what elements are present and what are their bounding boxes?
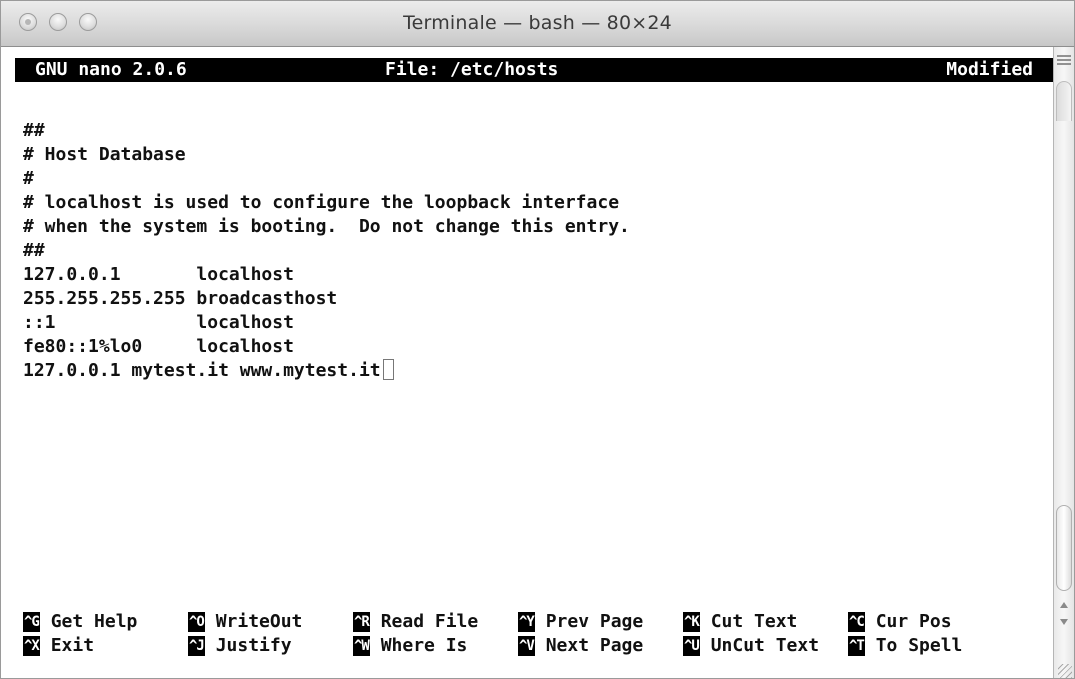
shortcut-key: ^U	[683, 636, 700, 656]
shortcut-cur-pos[interactable]: ^C Cur Pos	[848, 610, 952, 634]
shortcut-key: ^J	[188, 636, 205, 656]
file-line: fe80::1%lo0 localhost	[23, 336, 294, 357]
scroll-thumb[interactable]	[1056, 505, 1072, 591]
nano-filename: File: /etc/hosts	[385, 59, 559, 80]
file-line: #	[23, 168, 34, 189]
shortcut-next-page[interactable]: ^V Next Page	[518, 634, 643, 658]
nano-version: GNU nano 2.0.6	[35, 59, 187, 80]
nano-header: GNU nano 2.0.6 File: /etc/hosts Modified	[15, 58, 1053, 82]
shortcut-key: ^T	[848, 636, 865, 656]
file-line: # Host Database	[23, 144, 186, 165]
shortcut-label: Cut Text	[710, 611, 798, 632]
file-line: # when the system is booting. Do not cha…	[23, 216, 630, 237]
shortcut-key: ^Y	[518, 612, 535, 632]
file-line-current[interactable]: 127.0.0.1 mytest.it www.mytest.it	[23, 359, 394, 383]
shortcut-where-is[interactable]: ^W Where Is	[353, 634, 467, 658]
file-line: ##	[23, 120, 45, 141]
shortcut-key: ^V	[518, 636, 535, 656]
shortcut-key: ^C	[848, 612, 865, 632]
nano-status: Modified	[946, 59, 1033, 80]
scroll-track-top	[1056, 81, 1072, 121]
shortcut-label: Next Page	[545, 635, 644, 656]
scroll-down-arrow-icon[interactable]	[1060, 619, 1068, 625]
shortcut-label: To Spell	[875, 635, 963, 656]
shortcut-prev-page[interactable]: ^Y Prev Page	[518, 610, 643, 634]
shortcut-key: ^X	[23, 636, 40, 656]
shortcut-label: Prev Page	[545, 611, 644, 632]
title-bar[interactable]: Terminale — bash — 80×24	[1, 1, 1074, 47]
shortcut-to-spell[interactable]: ^T To Spell	[848, 634, 962, 658]
terminal-window: Terminale — bash — 80×24 GNU nano 2.0.6 …	[0, 0, 1075, 679]
split-view-icon[interactable]	[1057, 55, 1071, 67]
shortcut-key: ^O	[188, 612, 205, 632]
shortcut-key: ^W	[353, 636, 370, 656]
terminal-content[interactable]: GNU nano 2.0.6 File: /etc/hosts Modified…	[15, 47, 1055, 678]
shortcut-writeout[interactable]: ^O WriteOut	[188, 610, 302, 634]
shortcut-justify[interactable]: ^J Justify	[188, 634, 292, 658]
shortcut-label: UnCut Text	[710, 635, 820, 656]
shortcut-label: Exit	[50, 635, 95, 656]
scroll-up-arrow-icon[interactable]	[1060, 602, 1068, 608]
vertical-scrollbar[interactable]	[1053, 47, 1074, 678]
shortcut-key: ^K	[683, 612, 700, 632]
shortcut-get-help[interactable]: ^G Get Help	[23, 610, 137, 634]
file-line: ##	[23, 240, 45, 261]
shortcut-uncut-text[interactable]: ^U UnCut Text	[683, 634, 819, 658]
shortcut-label: Justify	[215, 635, 292, 656]
shortcut-key: ^G	[23, 612, 40, 632]
shortcut-label: WriteOut	[215, 611, 303, 632]
shortcut-read-file[interactable]: ^R Read File	[353, 610, 478, 634]
window-title: Terminale — bash — 80×24	[403, 12, 672, 34]
text-cursor	[382, 359, 394, 380]
file-line-text: 127.0.0.1 mytest.it www.mytest.it	[23, 360, 381, 381]
resize-grip-icon[interactable]	[1058, 664, 1072, 678]
shortcut-label: Where Is	[380, 635, 468, 656]
shortcut-cut-text[interactable]: ^K Cut Text	[683, 610, 797, 634]
shortcut-exit[interactable]: ^X Exit	[23, 634, 94, 658]
file-line: 255.255.255.255 broadcasthost	[23, 288, 338, 309]
shortcut-label: Get Help	[50, 611, 138, 632]
file-line: ::1 localhost	[23, 312, 294, 333]
file-line: # localhost is used to configure the loo…	[23, 192, 620, 213]
file-line: 127.0.0.1 localhost	[23, 264, 294, 285]
shortcut-label: Read File	[380, 611, 479, 632]
shortcut-key: ^R	[353, 612, 370, 632]
shortcut-label: Cur Pos	[875, 611, 952, 632]
